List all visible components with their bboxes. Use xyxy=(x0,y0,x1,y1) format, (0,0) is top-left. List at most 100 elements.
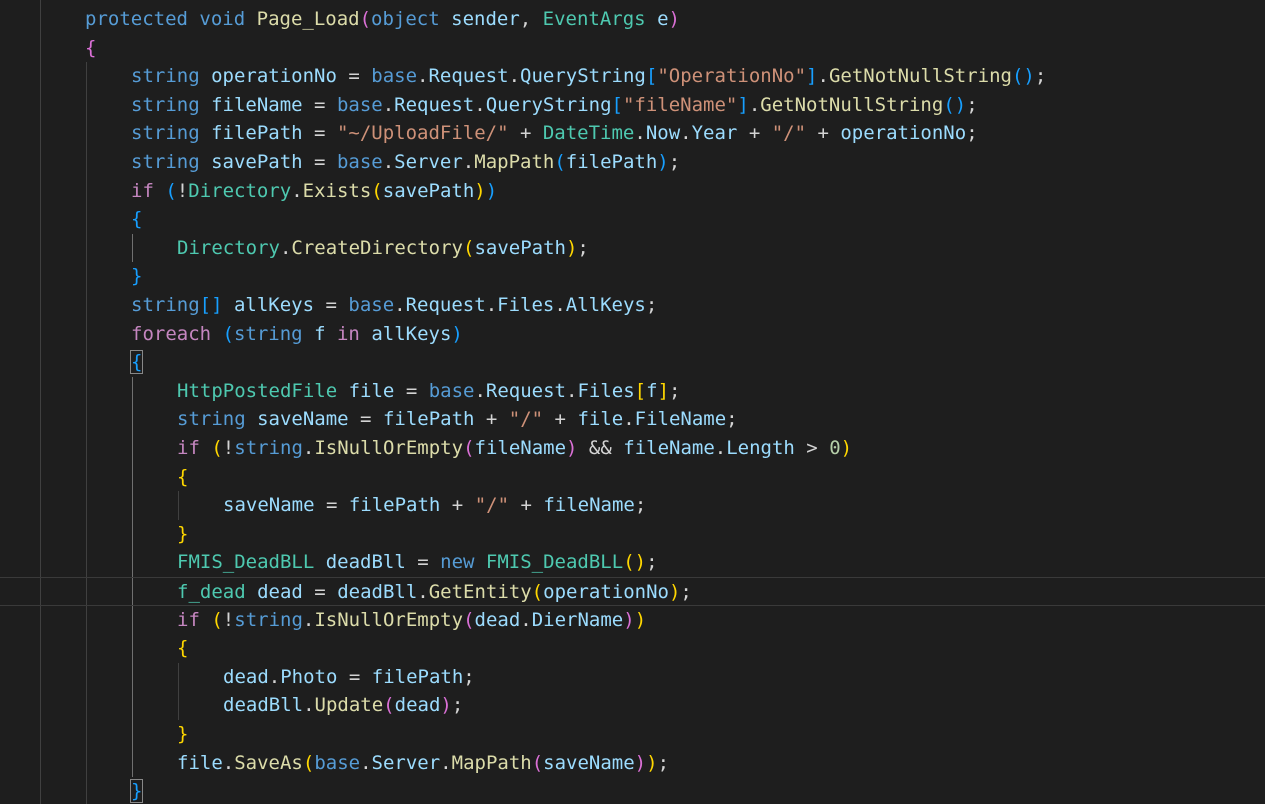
punctuation xyxy=(200,65,211,87)
string-literal: "~/UploadFile/" xyxy=(336,122,509,145)
punctuation xyxy=(337,380,348,402)
code-line[interactable]: foreach (string f in allKeys) xyxy=(0,320,1265,349)
punctuation xyxy=(188,8,199,30)
control-keyword: if xyxy=(177,437,200,459)
punctuation: ; xyxy=(966,122,978,145)
code-line[interactable]: string savePath = base.Server.MapPath(fi… xyxy=(0,148,1265,177)
code-line[interactable]: HttpPostedFile file = base.Request.Files… xyxy=(0,377,1265,406)
identifier: f xyxy=(646,379,658,402)
identifier: fileName xyxy=(474,437,567,459)
punctuation: = xyxy=(336,65,372,88)
code-line[interactable]: string saveName = filePath + "/" + file.… xyxy=(0,405,1265,434)
code-line[interactable]: { xyxy=(0,348,1265,377)
control-keyword: foreach xyxy=(131,322,212,345)
identifier: operationNo xyxy=(543,581,669,603)
identifier: QueryString xyxy=(520,65,646,88)
punctuation: . xyxy=(714,437,727,459)
keyword: base xyxy=(348,294,395,316)
bracket: ) xyxy=(565,236,578,259)
code-line-content: deadBll.Update(dead); xyxy=(223,691,463,720)
punctuation: = xyxy=(302,151,337,173)
punctuation: + xyxy=(509,494,544,517)
code-line-content: { xyxy=(85,34,96,63)
code-line[interactable]: string operationNo = base.Request.QueryS… xyxy=(0,62,1265,91)
bracket: } xyxy=(131,265,143,288)
identifier: Request xyxy=(428,65,509,88)
bracket: ) xyxy=(668,581,681,603)
keyword: base xyxy=(314,751,361,774)
punctuation: . xyxy=(817,65,829,88)
bracket: ( xyxy=(165,179,177,202)
code-line[interactable]: } xyxy=(0,520,1265,549)
code-line-content: } xyxy=(177,720,188,749)
code-line[interactable]: } xyxy=(0,720,1265,749)
keyword: string xyxy=(233,322,303,345)
code-line[interactable]: FMIS_DeadBLL deadBll = new FMIS_DeadBLL(… xyxy=(0,548,1265,577)
keyword: base xyxy=(336,93,383,116)
keyword: string xyxy=(131,93,200,116)
code-line-content: { xyxy=(177,463,188,492)
code-line[interactable]: deadBll.Update(dead); xyxy=(0,691,1265,720)
identifier: dead xyxy=(394,694,441,717)
bracket: ( xyxy=(463,437,475,459)
code-line[interactable]: if (!string.IsNullOrEmpty(dead.DierName)… xyxy=(0,606,1265,635)
punctuation: . xyxy=(302,608,315,631)
code-line-content: protected void Page_Load(object sender, … xyxy=(85,5,680,34)
punctuation xyxy=(245,8,256,30)
keyword: object xyxy=(371,8,440,30)
code-line[interactable]: file.SaveAs(base.Server.MapPath(saveName… xyxy=(0,749,1265,778)
code-editor[interactable]: protected void Page_Load(object sender, … xyxy=(0,0,1265,804)
punctuation: . xyxy=(279,236,292,259)
punctuation xyxy=(314,551,325,573)
bracket: ( xyxy=(531,581,544,603)
bracket: () xyxy=(623,551,647,574)
punctuation: . xyxy=(485,294,498,316)
identifier: Files xyxy=(577,379,635,402)
code-line[interactable]: { xyxy=(0,34,1265,63)
identifier: dead xyxy=(223,665,269,688)
code-line[interactable]: if (!Directory.Exists(savePath)) xyxy=(0,177,1265,206)
function-name: SaveAs xyxy=(234,751,303,774)
code-line[interactable]: string filePath = "~/UploadFile/" + Date… xyxy=(0,119,1265,148)
punctuation: . xyxy=(520,608,532,631)
punctuation: && xyxy=(577,437,624,459)
bracket: ] xyxy=(737,93,749,116)
identifier: DierName xyxy=(531,608,624,631)
punctuation: > xyxy=(794,437,830,459)
punctuation: . xyxy=(474,93,486,116)
code-line[interactable]: dead.Photo = filePath; xyxy=(0,663,1265,692)
code-line[interactable]: } xyxy=(0,777,1265,804)
code-line[interactable]: saveName = filePath + "/" + fileName; xyxy=(0,491,1265,520)
code-line[interactable]: protected void Page_Load(object sender, … xyxy=(0,5,1265,34)
punctuation: . xyxy=(623,408,635,431)
bracket: () xyxy=(943,93,967,116)
function-name: GetNotNullString xyxy=(828,65,1012,88)
punctuation: ; xyxy=(463,665,475,688)
code-line[interactable]: } xyxy=(0,262,1265,291)
identifier: Length xyxy=(726,437,795,459)
bracket: [] xyxy=(199,294,223,316)
punctuation: . xyxy=(634,122,646,145)
punctuation: . xyxy=(462,151,475,173)
code-line-content: } xyxy=(131,262,142,291)
bracket: [ xyxy=(611,93,623,116)
punctuation xyxy=(200,151,211,173)
code-line[interactable]: { xyxy=(0,634,1265,663)
code-line[interactable]: f_dead dead = deadBll.GetEntity(operatio… xyxy=(0,577,1265,606)
bracket: } xyxy=(177,723,189,745)
code-line[interactable]: string[] allKeys = base.Request.Files.Al… xyxy=(0,291,1265,320)
code-line[interactable]: string fileName = base.Request.QueryStri… xyxy=(0,91,1265,120)
identifier: deadBll xyxy=(337,581,418,603)
punctuation: ! xyxy=(222,437,235,459)
code-line[interactable]: if (!string.IsNullOrEmpty(fileName) && f… xyxy=(0,434,1265,463)
code-line[interactable]: { xyxy=(0,205,1265,234)
punctuation: . xyxy=(474,379,486,402)
bracket: ( xyxy=(302,751,315,774)
bracket: } xyxy=(129,779,144,804)
code-line[interactable]: { xyxy=(0,463,1265,492)
code-line[interactable]: Directory.CreateDirectory(savePath); xyxy=(0,234,1265,263)
bracket: [ xyxy=(634,379,647,402)
function-name: Page_Load xyxy=(256,8,360,30)
identifier: QueryString xyxy=(485,93,612,116)
function-name: IsNullOrEmpty xyxy=(314,437,464,459)
